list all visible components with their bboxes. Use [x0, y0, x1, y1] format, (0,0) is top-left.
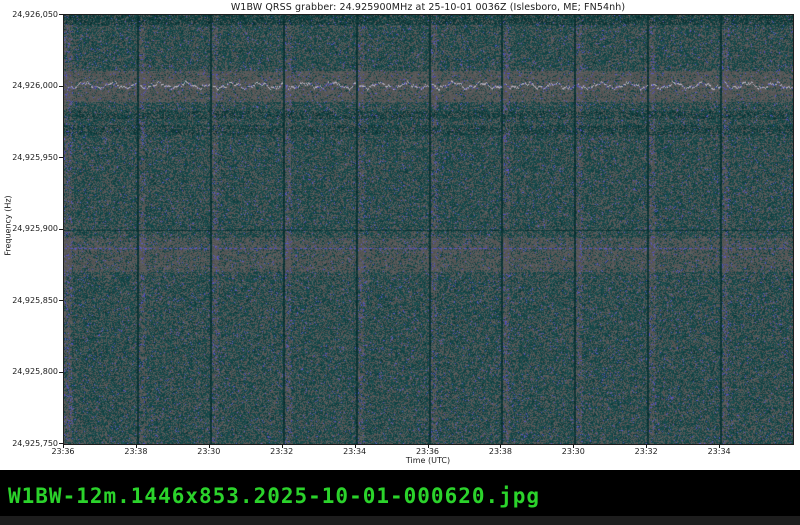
x-tick-mark: [63, 444, 64, 448]
bottom-strip: [0, 516, 800, 525]
x-tick-label: 23:30: [553, 447, 593, 456]
y-tick-label: 24,925,850: [6, 296, 58, 305]
y-tick-mark: [59, 229, 63, 230]
x-tick-mark: [646, 444, 647, 448]
qrss-grabber-page: W1BW QRSS grabber: 24.925900MHz at 25-10…: [0, 0, 800, 525]
y-tick-label: 24,925,800: [6, 367, 58, 376]
x-tick-label: 23:32: [262, 447, 302, 456]
x-tick-mark: [355, 444, 356, 448]
spectrogram-canvas: [63, 14, 794, 445]
x-tick-mark: [209, 444, 210, 448]
y-tick-mark: [59, 157, 63, 158]
y-tick-mark: [59, 14, 63, 15]
chart-title: W1BW QRSS grabber: 24.925900MHz at 25-10…: [0, 2, 800, 13]
x-tick-label: 23:38: [480, 447, 520, 456]
x-tick-label: 23:36: [43, 447, 83, 456]
x-tick-mark: [136, 444, 137, 448]
y-tick-label: 24,925,900: [6, 224, 58, 233]
x-tick-mark: [428, 444, 429, 448]
x-tick-mark: [573, 444, 574, 448]
x-tick-label: 23:34: [699, 447, 739, 456]
y-tick-mark: [59, 300, 63, 301]
x-tick-label: 23:38: [116, 447, 156, 456]
x-tick-label: 23:36: [408, 447, 448, 456]
x-tick-label: 23:32: [626, 447, 666, 456]
status-bar: W1BW-12m.1446x853.2025-10-01-000620.jpg: [0, 470, 800, 525]
x-tick-label: 23:34: [335, 447, 375, 456]
x-axis-label: Time (UTC): [63, 456, 793, 465]
y-tick-label: 24,926,000: [6, 81, 58, 90]
filename-text: W1BW-12m.1446x853.2025-10-01-000620.jpg: [8, 484, 540, 508]
y-tick-mark: [59, 86, 63, 87]
y-tick-label: 24,926,050: [6, 10, 58, 19]
x-tick-mark: [500, 444, 501, 448]
x-tick-label: 23:30: [189, 447, 229, 456]
x-tick-mark: [719, 444, 720, 448]
x-tick-mark: [282, 444, 283, 448]
y-tick-label: 24,925,950: [6, 153, 58, 162]
y-tick-mark: [59, 372, 63, 373]
